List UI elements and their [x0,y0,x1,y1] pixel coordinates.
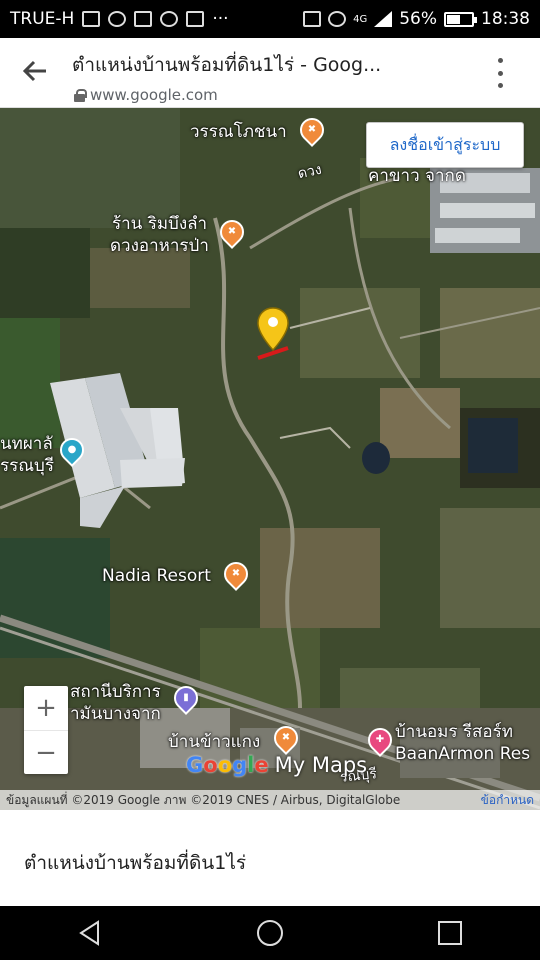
network-type-label: 4G [353,13,368,25]
messenger-icon [160,11,179,27]
gallery-notification-icon [82,11,101,27]
lock-icon [74,89,87,102]
map-view[interactable]: วรรณโภชนา ✖ ดวง คาขาว จากด ร้าน ริมบึงลำ… [0,108,540,810]
back-button[interactable] [20,56,50,86]
battery-icon [444,11,477,27]
map-title: ตำแหน่งบ้านพร้อมที่ดิน1ไร่ [24,852,247,874]
terms-link[interactable]: ข้อกำหนด [481,791,534,810]
poi-label-duang-ahan[interactable]: ดวงอาหารป่า [110,236,209,256]
poi-label-tuk-pha-1[interactable]: นทผาลั [0,434,53,454]
poi-label-khao-chak[interactable]: คาขาว จากด [368,166,466,186]
zoom-in-button[interactable]: + [24,686,68,730]
poi-label-armon-th[interactable]: บ้านอมร รีสอร์ท [395,722,513,742]
url-bar[interactable]: www.google.com [74,86,218,104]
more-vertical-icon [497,58,503,63]
more-notifications-icon: ··· [212,9,229,29]
poi-label-tuk-pha-2[interactable]: รรณบุรี [0,456,54,476]
nav-recents-button[interactable] [430,913,470,953]
nav-home-button[interactable] [250,913,290,953]
location-pin-icon[interactable] [256,306,290,352]
back-triangle-icon [79,920,99,946]
google-my-maps-logo: Google My Maps [186,753,368,777]
poi-label-nadia[interactable]: Nadia Resort [102,566,211,586]
recents-square-icon [438,921,462,945]
page-title: ตำแหน่งบ้านพร้อมที่ดิน1ไร่ - Goog... [72,54,382,76]
status-bar: TRUE-H ··· 4G 56% 18:38 [0,0,540,38]
zoom-out-button[interactable]: − [24,730,68,774]
map-attribution: ข้อมูลแผนที่ ©2019 Google ภาพ ©2019 CNES… [0,790,540,810]
url-text: www.google.com [90,86,218,104]
sign-in-button[interactable]: ลงชื่อเข้าสู่ระบบ [366,122,524,168]
battery-percent: 56% [399,9,437,29]
poi-label-station-2[interactable]: ามันบางจาก [70,704,161,724]
my-maps-text: My Maps [274,753,368,777]
browser-header: ตำแหน่งบ้านพร้อมที่ดิน1ไร่ - Goog... www… [0,38,540,108]
poi-label-rim-bueng[interactable]: ร้าน ริมบึงลำ [112,214,207,234]
vibrate-icon [303,11,322,27]
carrier-label: TRUE-H [10,9,75,29]
poi-label-station-1[interactable]: สถานีบริการ [70,682,161,702]
clock: 18:38 [481,9,530,29]
poi-label-vannon[interactable]: วรรณโภชนา [190,122,287,142]
more-options-button[interactable] [490,58,510,88]
app-notification-icon-2 [186,11,205,27]
home-circle-icon [257,920,283,946]
signal-icon [374,11,393,27]
poi-label-khao-kaeng[interactable]: บ้านข้าวแกง [168,732,260,752]
map-info-panel: ตำแหน่งบ้านพร้อมที่ดิน1ไร่ [0,810,540,906]
battery-fill [447,14,461,24]
app-notification-icon [108,11,127,27]
back-arrow-icon [22,60,46,82]
navigation-bar [0,906,540,960]
news-notification-icon [134,11,153,27]
attribution-text: ข้อมูลแผนที่ ©2019 Google ภาพ ©2019 CNES… [6,792,401,807]
poi-label-armon-en[interactable]: BaanArmon Res [395,744,530,764]
zoom-control: + − [24,686,68,774]
alarm-icon [328,11,347,27]
nav-back-button[interactable] [70,913,110,953]
